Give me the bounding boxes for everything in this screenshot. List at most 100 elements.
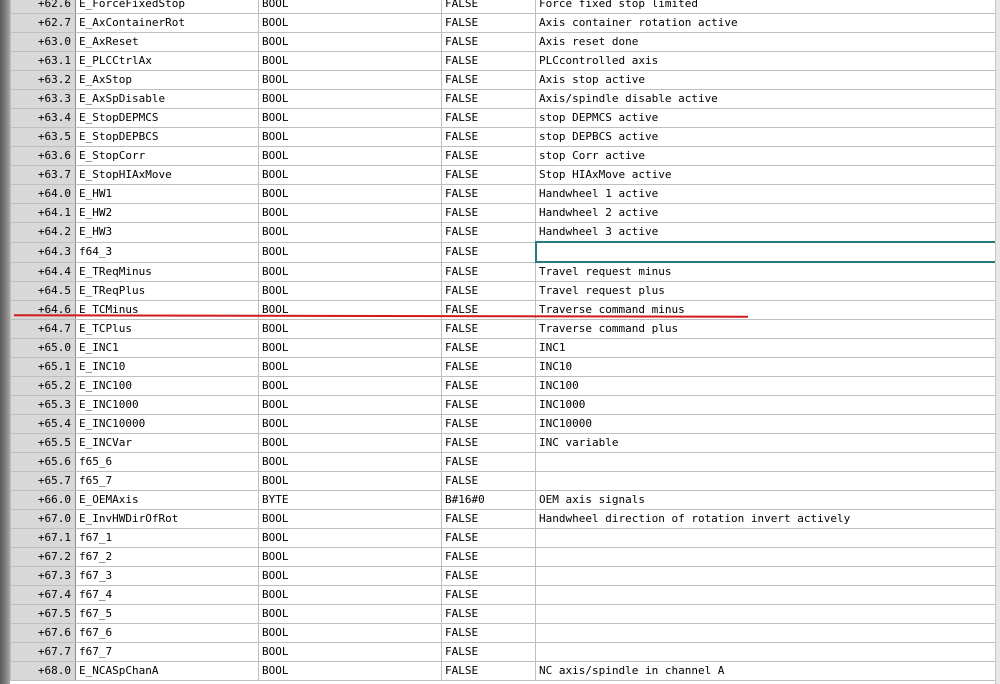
comment-cell[interactable]: Handwheel direction of rotation invert a… [535,509,996,529]
table-row[interactable]: +64.2 E_HW3 BOOL FALSE Handwheel 3 active [10,222,996,243]
type-cell[interactable]: BOOL [258,528,442,548]
initial-value-cell[interactable]: FALSE [441,165,536,185]
type-cell[interactable]: BOOL [258,51,442,71]
initial-value-cell[interactable]: FALSE [441,281,536,301]
address-cell[interactable]: +67.2 [10,547,76,567]
comment-cell[interactable]: INC100 [535,376,996,396]
initial-value-cell[interactable]: FALSE [441,585,536,605]
address-cell[interactable]: +67.5 [10,604,76,624]
type-cell[interactable]: BOOL [258,0,442,14]
name-cell[interactable]: E_TCPlus [75,319,259,339]
name-cell[interactable]: E_InvHWDirOfRot [75,509,259,529]
address-cell[interactable]: +64.6 [10,300,76,320]
type-cell[interactable]: BOOL [258,338,442,358]
initial-value-cell[interactable]: FALSE [441,13,536,33]
address-cell[interactable]: +63.2 [10,70,76,90]
comment-cell[interactable]: INC variable [535,433,996,453]
comment-cell[interactable]: Stop HIAxMove active [535,165,996,185]
comment-cell[interactable]: Axis/spindle disable active [535,89,996,109]
type-cell[interactable]: BOOL [258,452,442,472]
initial-value-cell[interactable]: FALSE [441,395,536,415]
address-cell[interactable]: +64.4 [10,261,76,282]
address-cell[interactable]: +67.1 [10,528,76,548]
type-cell[interactable]: BYTE [258,490,442,510]
comment-cell[interactable]: Force fixed stop limited [535,0,996,14]
address-cell[interactable]: +63.1 [10,51,76,71]
comment-cell[interactable]: INC10000 [535,414,996,434]
address-cell[interactable]: +63.4 [10,108,76,128]
name-cell[interactable]: E_AxSpDisable [75,89,259,109]
type-cell[interactable]: BOOL [258,547,442,567]
table-row[interactable]: +64.7 E_TCPlus BOOL FALSE Traverse command p… [10,319,996,339]
table-row[interactable]: +67.7 f67_7 BOOL FALSE [10,642,996,662]
comment-cell[interactable]: Axis stop active [535,70,996,90]
address-cell[interactable]: +65.0 [10,338,76,358]
name-cell[interactable]: f65_6 [75,452,259,472]
vertical-scrollbar[interactable] [995,0,1000,684]
type-cell[interactable]: BOOL [258,585,442,605]
initial-value-cell[interactable]: FALSE [441,661,536,681]
initial-value-cell[interactable]: FALSE [441,471,536,491]
name-cell[interactable]: E_INC10 [75,357,259,377]
table-row[interactable]: +64.1 E_HW2 BOOL FALSE Handwheel 2 active [10,203,996,223]
name-cell[interactable]: E_INC1 [75,338,259,358]
name-cell[interactable]: f67_6 [75,623,259,643]
address-cell[interactable]: +67.6 [10,623,76,643]
name-cell[interactable]: f67_3 [75,566,259,586]
comment-cell[interactable]: Axis reset done [535,32,996,52]
name-cell[interactable]: E_StopCorr [75,146,259,166]
table-row[interactable]: +67.0 E_InvHWDirOfRot BOOL FALSE Handwheel … [10,509,996,529]
name-cell[interactable]: f67_5 [75,604,259,624]
name-cell[interactable]: E_INC10000 [75,414,259,434]
table-row[interactable]: +63.3 E_AxSpDisable BOOL FALSE Axis/spindle… [10,89,996,109]
table-row[interactable]: +63.0 E_AxReset BOOL FALSE Axis reset done [10,32,996,52]
comment-cell[interactable]: PLCcontrolled axis [535,51,996,71]
type-cell[interactable]: BOOL [258,146,442,166]
comment-cell[interactable] [535,604,996,624]
initial-value-cell[interactable]: FALSE [441,528,536,548]
address-cell[interactable]: +64.1 [10,203,76,223]
type-cell[interactable]: BOOL [258,203,442,223]
name-cell[interactable]: E_HW2 [75,203,259,223]
address-cell[interactable]: +66.0 [10,490,76,510]
comment-cell[interactable]: Traverse command plus [535,319,996,339]
comment-cell[interactable]: stop Corr active [535,146,996,166]
name-cell[interactable]: E_HW1 [75,184,259,204]
table-row[interactable]: +65.0 E_INC1 BOOL FALSE INC1 [10,338,996,358]
table-row[interactable]: +65.1 E_INC10 BOOL FALSE INC10 [10,357,996,377]
type-cell[interactable]: BOOL [258,281,442,301]
type-cell[interactable]: BOOL [258,623,442,643]
initial-value-cell[interactable]: FALSE [441,566,536,586]
table-row[interactable]: +67.5 f67_5 BOOL FALSE [10,604,996,624]
type-cell[interactable]: BOOL [258,70,442,90]
table-row[interactable]: +63.2 E_AxStop BOOL FALSE Axis stop active [10,70,996,90]
address-cell[interactable]: +64.3 [10,241,76,263]
name-cell[interactable]: E_INC1000 [75,395,259,415]
address-cell[interactable]: +64.2 [10,222,76,243]
type-cell[interactable]: BOOL [258,89,442,109]
table-row[interactable]: +65.5 E_INCVar BOOL FALSE INC variable [10,433,996,453]
comment-cell[interactable]: NC axis/spindle in channel A [535,661,996,681]
table-row[interactable]: +63.4 E_StopDEPMCS BOOL FALSE stop DEPMCS a… [10,108,996,128]
address-cell[interactable]: +63.5 [10,127,76,147]
comment-cell[interactable]: INC10 [535,357,996,377]
address-cell[interactable]: +67.4 [10,585,76,605]
table-row[interactable]: +67.1 f67_1 BOOL FALSE [10,528,996,548]
table-row[interactable]: +67.6 f67_6 BOOL FALSE [10,623,996,643]
table-row[interactable]: +63.6 E_StopCorr BOOL FALSE stop Corr activ… [10,146,996,166]
comment-cell[interactable] [535,566,996,586]
type-cell[interactable]: BOOL [258,414,442,434]
name-cell[interactable]: E_HW3 [75,222,259,243]
initial-value-cell[interactable]: FALSE [441,357,536,377]
type-cell[interactable]: BOOL [258,471,442,491]
table-row[interactable]: +63.5 E_StopDEPBCS BOOL FALSE stop DEPBCS a… [10,127,996,147]
comment-cell[interactable]: OEM axis signals [535,490,996,510]
comment-cell[interactable]: INC1000 [535,395,996,415]
address-cell[interactable]: +65.7 [10,471,76,491]
type-cell[interactable]: BOOL [258,127,442,147]
type-cell[interactable]: BOOL [258,184,442,204]
table-row[interactable]: +64.5 E_TReqPlus BOOL FALSE Travel request … [10,281,996,301]
name-cell[interactable]: f67_2 [75,547,259,567]
comment-cell[interactable] [535,623,996,643]
type-cell[interactable]: BOOL [258,661,442,681]
